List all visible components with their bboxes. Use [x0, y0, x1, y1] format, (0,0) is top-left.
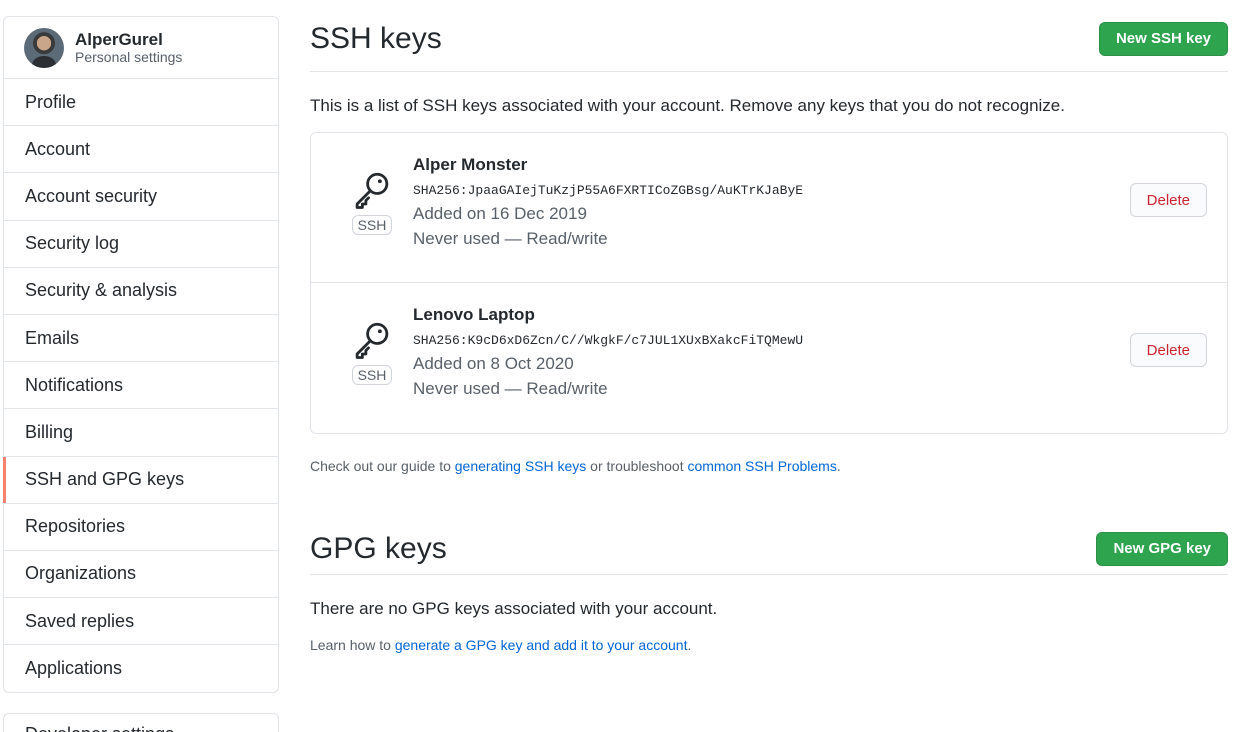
ssh-key-row: SSH Lenovo Laptop SHA256:K9cD6xD6Zcn/C//…	[311, 283, 1227, 433]
sidebar-item-profile[interactable]: Profile	[4, 79, 278, 127]
sidebar-item-account-security[interactable]: Account security	[4, 173, 278, 221]
generate-gpg-key-link[interactable]: generate a GPG key and add it to your ac…	[395, 637, 688, 653]
key-info: Alper Monster SHA256:JpaaGAIejTuKzjP55A6…	[413, 155, 803, 249]
gpg-lead-text: There are no GPG keys associated with yo…	[310, 599, 718, 618]
delete-key-button[interactable]: Delete	[1129, 183, 1207, 217]
sidebar-item-security-analysis[interactable]: Security & analysis	[4, 268, 278, 315]
gpg-help-note: Learn how to generate a GPG key and add …	[310, 637, 1228, 653]
key-icon-group: SSH	[351, 169, 393, 235]
sidebar-item-account[interactable]: Account	[4, 126, 278, 174]
ssh-note-suffix: .	[836, 458, 841, 474]
settings-sidebar: AlperGurel Personal settings Profile Acc…	[3, 16, 279, 694]
ssh-key-row: SSH Alper Monster SHA256:JpaaGAIejTuKzjP…	[311, 133, 1227, 283]
ssh-lead-text: This is a list of SSH keys associated wi…	[310, 96, 1065, 115]
ssh-note-prefix: Check out our guide to	[310, 458, 455, 474]
sidebar-item-security-log[interactable]: Security log	[4, 221, 278, 268]
key-fingerprint: SHA256:JpaaGAIejTuKzjP55A6FXRTICoZGBsg/A…	[413, 183, 804, 198]
key-added-date: Added on 16 Dec 2019	[413, 204, 587, 223]
new-ssh-key-button[interactable]: New SSH key	[1098, 21, 1228, 56]
sidebar-item-notifications[interactable]: Notifications	[4, 362, 278, 410]
key-icon-group: SSH	[351, 319, 393, 385]
common-ssh-problems-link[interactable]: common SSH Problems	[687, 458, 836, 474]
developer-settings-box[interactable]: Developer settings	[3, 713, 279, 732]
ssh-badge: SSH	[351, 215, 393, 235]
ssh-key-list: SSH Alper Monster SHA256:JpaaGAIejTuKzjP…	[310, 132, 1228, 434]
key-usage: Never used — Read/write	[413, 229, 608, 248]
ssh-section-title: SSH keys	[310, 21, 442, 55]
developer-settings-label[interactable]: Developer settings	[25, 724, 174, 732]
profile-text: AlperGurel Personal settings	[75, 30, 182, 66]
settings-page: AlperGurel Personal settings Profile Acc…	[0, 0, 1237, 732]
key-title: Alper Monster	[413, 155, 528, 174]
ssh-help-note: Check out our guide to generating SSH ke…	[310, 458, 1228, 474]
gpg-note-prefix: Learn how to	[310, 637, 395, 653]
new-gpg-key-button[interactable]: New GPG key	[1096, 531, 1228, 566]
sidebar-item-applications[interactable]: Applications	[4, 645, 278, 692]
sidebar-item-emails[interactable]: Emails	[4, 315, 278, 363]
gpg-section-title: GPG keys	[310, 531, 447, 565]
sidebar-item-saved-replies[interactable]: Saved replies	[4, 598, 278, 646]
generating-ssh-keys-link[interactable]: generating SSH keys	[455, 458, 587, 474]
ssh-badge: SSH	[351, 365, 393, 385]
gpg-note-suffix: .	[687, 637, 692, 653]
delete-key-button[interactable]: Delete	[1129, 333, 1207, 367]
sidebar-item-ssh-gpg-keys[interactable]: SSH and GPG keys	[3, 456, 278, 504]
sidebar-item-billing[interactable]: Billing	[4, 409, 278, 457]
profile-name[interactable]: AlperGurel	[75, 30, 182, 50]
key-icon	[355, 322, 389, 359]
key-fingerprint: SHA256:K9cD6xD6Zcn/C//WkgkF/c7JUL1XUxBXa…	[413, 333, 804, 348]
avatar[interactable]	[24, 27, 64, 68]
profile-header[interactable]: AlperGurel Personal settings	[4, 17, 278, 79]
ssh-note-middle: or troubleshoot	[586, 458, 688, 474]
key-added-date: Added on 8 Oct 2020	[413, 354, 574, 373]
key-title: Lenovo Laptop	[413, 305, 535, 324]
key-info: Lenovo Laptop SHA256:K9cD6xD6Zcn/C//Wkgk…	[413, 305, 803, 399]
main-content: SSH keys New SSH key This is a list of S…	[310, 0, 1228, 653]
profile-subtitle: Personal settings	[75, 49, 183, 66]
sidebar-item-repositories[interactable]: Repositories	[4, 504, 278, 551]
sidebar-item-organizations[interactable]: Organizations	[4, 551, 278, 599]
gpg-section-header: GPG keys New GPG key	[310, 523, 1228, 575]
ssh-section-header: SSH keys New SSH key	[310, 0, 1228, 72]
key-icon	[355, 172, 389, 209]
key-usage: Never used — Read/write	[413, 379, 608, 398]
